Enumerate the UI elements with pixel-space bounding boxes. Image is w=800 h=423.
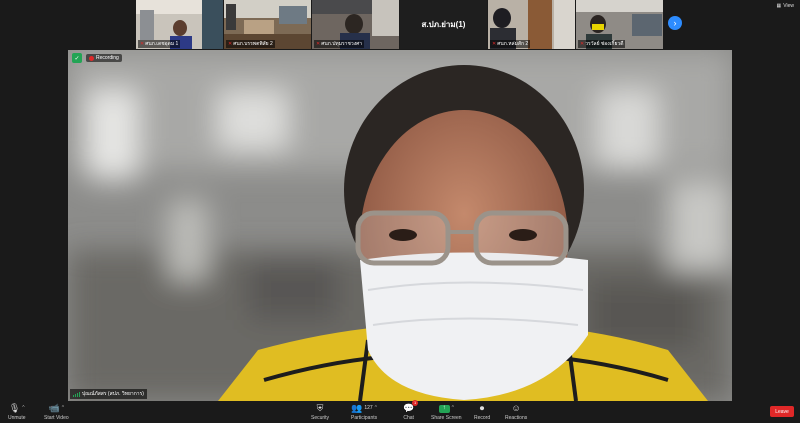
muted-mic-icon: ✕ <box>492 41 497 47</box>
participants-button[interactable]: 👥 127 ^ Participants <box>351 403 377 421</box>
participant-tile[interactable]: ✕ ศบภ.เดชอุดม 1 <box>136 0 223 49</box>
caret-up-icon[interactable]: ^ <box>375 403 377 414</box>
record-dot-icon <box>89 55 94 61</box>
participant-tile[interactable]: ✕ ศบภ.หล่มสัก 2 <box>488 0 575 49</box>
record-icon: ⏺ <box>479 403 485 413</box>
active-speaker-video: ✓ Recording ปุณณ์ภัสสร (สปภ. วิทยาการ) <box>68 50 732 401</box>
caret-up-icon[interactable]: ^ <box>22 403 24 414</box>
participant-name: ส.ปภ.ย่าม(1) <box>421 20 466 29</box>
next-page-button[interactable]: › <box>668 16 682 30</box>
speaker-name-label: ปุณณ์ภัสสร (สปภ. วิทยาการ) <box>70 389 147 399</box>
participant-name: ✕ ศบภ.ปทุมราชวงศา <box>314 40 365 48</box>
participant-name: ✕ ศบภ.หล่มสัก 2 <box>490 40 531 48</box>
participant-name: ✕ ศบภ.เดชอุดม 1 <box>138 40 181 48</box>
shield-icon: ⛨ <box>316 403 324 413</box>
shield-icon[interactable]: ✓ <box>72 53 82 63</box>
muted-mic-icon: ✕ <box>228 41 233 47</box>
caret-up-icon[interactable]: ^ <box>62 403 64 414</box>
caret-up-icon[interactable]: ^ <box>452 403 454 414</box>
muted-mic-icon: ✕ <box>316 41 321 47</box>
grid-icon: ▦ <box>776 3 782 9</box>
chat-unread-badge: 1 <box>411 400 419 406</box>
participant-name: ✕ ศบภ.บรรพตพิสัย 2 <box>226 40 275 48</box>
participants-icon: 👥 <box>351 403 363 413</box>
view-button[interactable]: ▦ View <box>777 3 794 9</box>
speaker-video-frame <box>68 50 732 401</box>
participant-tile[interactable]: ✕ ศบภ.บรรพตพิสัย 2 <box>224 0 311 49</box>
recording-badge[interactable]: Recording <box>86 54 122 62</box>
chat-button[interactable]: 💬 1 Chat <box>403 400 419 421</box>
share-screen-icon: ↑ <box>438 404 450 413</box>
participant-tile[interactable]: ส.ปภ.ย่าม(1) <box>400 0 487 49</box>
reactions-button[interactable]: ☺ Reactions <box>505 403 527 421</box>
participant-name: ✕ วรวัลย์ ช่องเกิ้ยวดี <box>578 40 626 48</box>
chevron-right-icon: › <box>673 18 677 28</box>
mic-muted-icon: 🎙 <box>8 403 21 413</box>
participant-tile[interactable]: ✕ ศบภ.ปทุมราชวงศา <box>312 0 399 49</box>
connection-signal-icon <box>73 391 80 397</box>
security-button[interactable]: ⛨ Security <box>311 403 329 421</box>
reactions-icon: ☺ <box>511 403 521 413</box>
record-button[interactable]: ⏺ Record <box>474 403 490 421</box>
leave-button[interactable]: Leave <box>770 406 794 417</box>
muted-mic-icon: ✕ <box>580 41 585 47</box>
zoom-meeting-window: ✕ ศบภ.เดชอุดม 1 ✕ ศบภ.บรรพตพิสัย 2 ✕ ศบภ.ปท… <box>0 0 800 423</box>
muted-mic-icon: ✕ <box>140 41 145 47</box>
gallery-strip: ✕ ศบภ.เดชอุดม 1 ✕ ศบภ.บรรพตพิสัย 2 ✕ ศบภ.ปท… <box>136 0 663 49</box>
unmute-button[interactable]: 🎙 ^ Unmute <box>8 403 26 421</box>
share-screen-button[interactable]: ↑ ^ Share Screen <box>431 403 462 421</box>
recording-indicator: ✓ Recording <box>72 53 122 63</box>
video-off-icon: 📹 <box>48 403 60 413</box>
participant-tile[interactable]: ✕ วรวัลย์ ช่องเกิ้ยวดี <box>576 0 663 49</box>
meeting-toolbar: 🎙 ^ Unmute 📹 ^ Start Video ⛨ Security 👥 127… <box>0 400 800 423</box>
start-video-button[interactable]: 📹 ^ Start Video <box>44 403 69 421</box>
